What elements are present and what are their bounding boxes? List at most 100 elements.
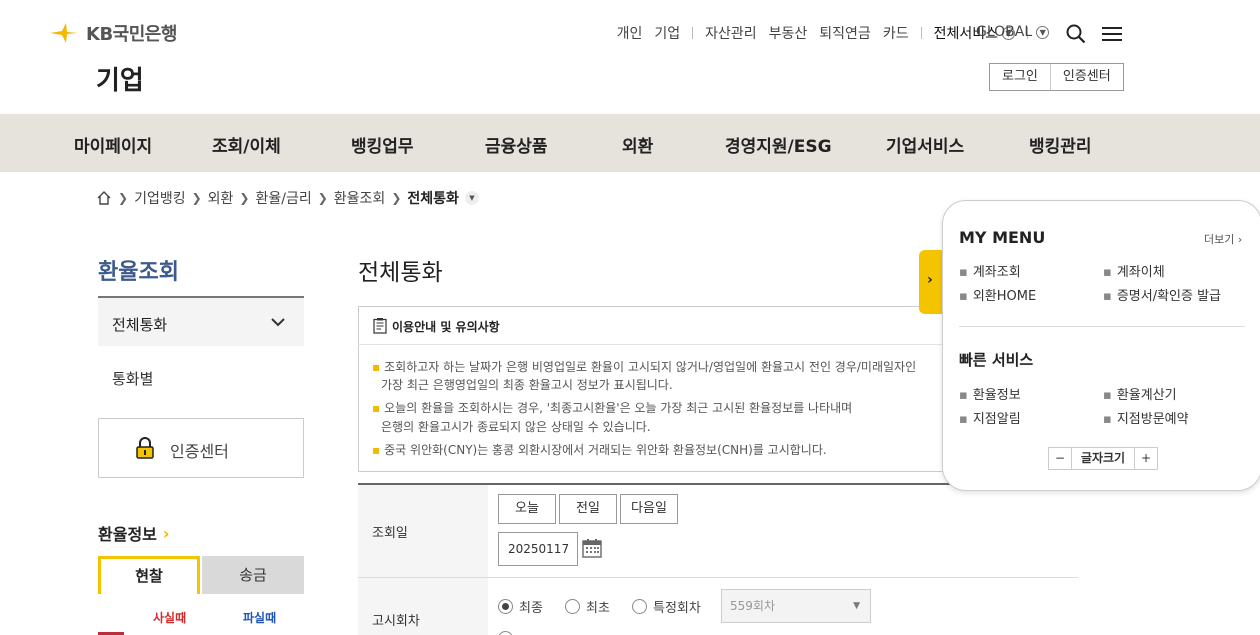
notice-text: 가장 최근 은행영업일의 최종 환율고시 정보가 표시됩니다.	[381, 378, 673, 392]
quick-service-title: 빠른 서비스	[959, 351, 1034, 369]
my-menu-title: MY MENU	[959, 228, 1046, 247]
rate-info-link[interactable]: 환율정보 ›	[98, 521, 169, 545]
brand-name: KB국민은행	[86, 24, 177, 45]
gnb-banking-admin[interactable]: 뱅킹관리	[1029, 132, 1092, 157]
chevron-right-icon: ›	[927, 272, 933, 288]
top-nav-personal[interactable]: 개인	[617, 23, 643, 43]
breadcrumb-item[interactable]: 기업뱅킹	[134, 188, 186, 208]
dropdown-arrow-icon: ▼	[853, 601, 860, 611]
calendar-icon[interactable]	[582, 538, 602, 558]
sidebar-title: 환율조회	[98, 260, 179, 285]
my-menu-item[interactable]: ▪ 외환HOME	[959, 285, 1036, 304]
lock-icon	[136, 437, 154, 459]
tab-cash[interactable]: 현찰	[98, 556, 200, 594]
top-nav-pension[interactable]: 퇴직연금	[819, 23, 871, 43]
kb-logo[interactable]: KB국민은행	[48, 20, 177, 46]
quick-service-item[interactable]: ▪ 환율정보	[959, 384, 1021, 403]
top-nav-business[interactable]: 기업	[654, 23, 680, 43]
breadcrumb: ❯ 기업뱅킹 ❯ 외환 ❯ 환율/금리 ❯ 환율조회 ❯ 전체통화 ▼	[96, 188, 479, 208]
notice-text: 은행의 환율고시가 종료되지 않은 상태일 수 있습니다.	[381, 420, 651, 434]
notice-title: 이용안내 및 유의사항	[392, 320, 500, 334]
radio-unchecked-icon	[632, 599, 647, 614]
font-increase-button[interactable]: +	[1135, 448, 1157, 469]
radio-specific[interactable]: 특정회차	[632, 597, 701, 616]
gnb-products[interactable]: 금융상품	[485, 132, 548, 157]
radio-latest[interactable]: 최종	[498, 597, 543, 616]
radio-specific-label: 특정회차	[653, 601, 701, 616]
search-icon[interactable]	[1066, 24, 1086, 44]
radio-first-label: 최초	[586, 601, 610, 616]
radio-unchecked-icon[interactable]	[498, 631, 513, 635]
top-nav-realestate[interactable]: 부동산	[769, 23, 808, 43]
my-menu-item[interactable]: ▪ 증명서/확인증 발급	[1103, 285, 1221, 304]
gnb-management-esg[interactable]: 경영지원/ESG	[725, 132, 832, 157]
notice-line-3: ▪ 오늘의 환율을 조회하시는 경우, '최종고시환율'은 오늘 가장 최근 고시…	[372, 401, 853, 415]
gnb-banking[interactable]: 뱅킹업무	[351, 132, 414, 157]
more-label: 더보기	[1204, 233, 1235, 246]
quick-service-item[interactable]: ▪ 환율계산기	[1103, 384, 1177, 403]
my-menu-divider	[959, 326, 1245, 327]
hamburger-menu-icon[interactable]	[1102, 26, 1122, 42]
main-navigation: 마이페이지 조회/이체 뱅킹업무 금융상품 외환 경영지원/ESG 기업서비스 …	[0, 114, 1260, 172]
radio-checked-icon	[498, 599, 513, 614]
notice-text: 중국 위안화(CNY)는 홍콩 외환시장에서 거래되는 위안화 환율정보(CNH…	[384, 443, 827, 457]
top-nav-divider	[920, 27, 922, 39]
notice-line-5: ▪ 중국 위안화(CNY)는 홍콩 외환시장에서 거래되는 위안화 환율정보(CN…	[372, 443, 827, 457]
quick-service-label: 환율계산기	[1116, 388, 1177, 403]
chevron-right-icon: ›	[162, 523, 170, 543]
notice-line-2: 가장 최근 은행영업일의 최종 환율고시 정보가 표시됩니다.	[381, 376, 673, 393]
next-day-button[interactable]: 다음일	[620, 494, 678, 524]
radio-latest-label: 최종	[519, 601, 543, 616]
top-nav-asset[interactable]: 자산관리	[705, 23, 757, 43]
quick-service-item[interactable]: ▪ 지점알림	[959, 408, 1021, 427]
chevron-down-icon: ▼	[1036, 25, 1050, 39]
breadcrumb-item[interactable]: 외환	[208, 188, 234, 208]
global-menu[interactable]: GLOBAL ▼	[976, 24, 1050, 40]
font-decrease-button[interactable]: −	[1049, 448, 1071, 469]
notice-divider	[358, 344, 978, 345]
top-nav-divider	[692, 27, 694, 39]
breadcrumb-arrow-icon: ❯	[317, 191, 328, 205]
radio-first[interactable]: 최초	[565, 597, 610, 616]
quick-service-label: 지점방문예약	[1116, 412, 1189, 427]
sidebar-item-label: 전체통화	[112, 316, 168, 334]
top-nav: 개인 기업 자산관리 부동산 퇴직연금 카드 전체서비스 ▼	[605, 24, 1028, 42]
today-button[interactable]: 오늘	[498, 494, 556, 524]
my-menu-item[interactable]: ▪ 계좌조회	[959, 261, 1021, 280]
my-menu-more-link[interactable]: 더보기 ›	[1204, 231, 1242, 247]
notice-line-4: 은행의 환율고시가 종료되지 않은 상태일 수 있습니다.	[381, 418, 651, 435]
login-button[interactable]: 로그인	[990, 64, 1050, 90]
breadcrumb-arrow-icon: ❯	[391, 191, 402, 205]
tab-remittance[interactable]: 송금	[202, 556, 304, 594]
form-row-divider	[358, 577, 1078, 578]
chevron-down-icon	[271, 318, 285, 327]
font-size-control: − 글자크기 +	[1048, 447, 1158, 470]
font-size-label: 글자크기	[1071, 448, 1135, 469]
notice-round-label: 고시회차	[372, 614, 420, 629]
my-menu-item[interactable]: ▪ 계좌이체	[1103, 261, 1165, 280]
my-menu-item-label: 외환HOME	[972, 289, 1037, 304]
top-nav-card[interactable]: 카드	[883, 23, 909, 43]
caret-down-icon[interactable]: ▼	[464, 191, 479, 205]
prev-day-button[interactable]: 전일	[559, 494, 617, 524]
breadcrumb-arrow-icon: ❯	[118, 191, 129, 205]
breadcrumb-current: 전체통화	[407, 191, 459, 207]
cert-center-label: 인증센터	[170, 442, 229, 461]
date-input[interactable]: 20250117	[498, 532, 578, 566]
sidebar-item-by-currency[interactable]: 통화별	[112, 368, 153, 389]
my-menu-item-label: 계좌이체	[1116, 265, 1165, 280]
round-select[interactable]: 559회차 ▼	[721, 589, 871, 623]
notice-line-1: ▪ 조회하고자 하는 날짜가 은행 비영업일로 환율이 고시되지 않거나/영업일에…	[372, 360, 917, 374]
home-icon[interactable]	[96, 190, 112, 206]
breadcrumb-arrow-icon: ❯	[239, 191, 250, 205]
breadcrumb-item[interactable]: 환율/금리	[255, 188, 311, 208]
gnb-business-services[interactable]: 기업서비스	[886, 132, 964, 157]
breadcrumb-item[interactable]: 환율조회	[334, 188, 386, 208]
quick-service-item[interactable]: ▪ 지점방문예약	[1103, 408, 1189, 427]
gnb-mypage[interactable]: 마이페이지	[74, 132, 152, 157]
gnb-forex[interactable]: 외환	[622, 132, 653, 157]
round-select-value: 559회차	[730, 599, 775, 613]
gnb-inquiry-transfer[interactable]: 조회/이체	[212, 132, 281, 157]
cert-center-button[interactable]: 인증센터	[1049, 64, 1123, 90]
radio-unchecked-icon	[565, 599, 580, 614]
